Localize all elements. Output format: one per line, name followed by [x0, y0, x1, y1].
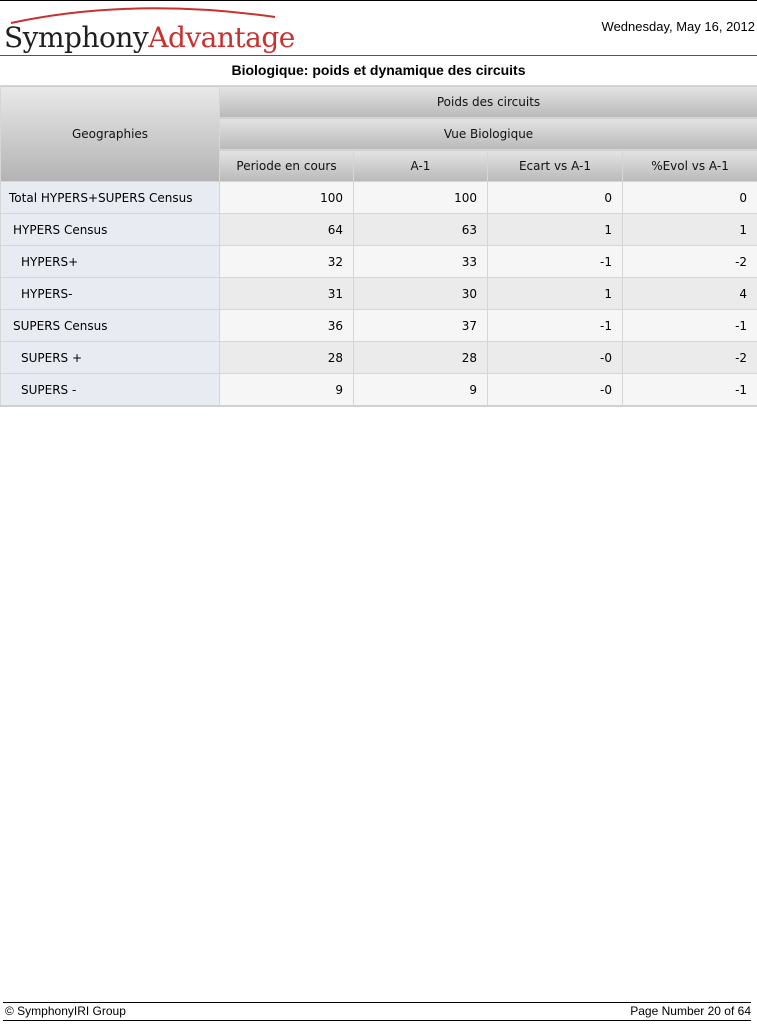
header-divider	[0, 55, 757, 56]
report-date: Wednesday, May 16, 2012	[601, 19, 755, 34]
table-row: HYPERS- 31 30 1 4	[0, 277, 757, 310]
cell-periode: 100	[219, 181, 354, 214]
cell-ecart: -1	[487, 245, 623, 278]
cell-ecart: -0	[487, 373, 623, 407]
geographies-header: Geographies	[0, 85, 220, 182]
cell-a1: 37	[353, 309, 488, 342]
row-label: Total HYPERS+SUPERS Census	[0, 181, 220, 214]
cell-periode: 9	[219, 373, 354, 407]
group-header: Poids des circuits	[218, 85, 757, 118]
table-row: SUPERS Census 36 37 -1 -1	[0, 309, 757, 342]
cell-evol: 0	[621, 181, 757, 214]
cell-ecart: -0	[487, 341, 623, 374]
row-label: HYPERS Census	[0, 213, 220, 246]
logo-wordmark: SymphonyAdvantage	[4, 21, 295, 54]
row-label: SUPERS -	[0, 373, 220, 407]
cell-ecart: 1	[487, 213, 623, 246]
cell-ecart: -1	[487, 309, 623, 342]
row-label: SUPERS +	[0, 341, 220, 374]
cell-ecart: 1	[487, 277, 623, 310]
cell-periode: 31	[219, 277, 354, 310]
cell-evol: -1	[621, 373, 757, 407]
cell-evol: -2	[621, 341, 757, 374]
cell-a1: 63	[353, 213, 488, 246]
cell-evol: -2	[621, 245, 757, 278]
column-header: Periode en cours	[219, 149, 354, 182]
table-row: HYPERS+ 32 33 -1 -2	[0, 245, 757, 278]
cell-a1: 33	[353, 245, 488, 278]
cell-ecart: 0	[487, 181, 623, 214]
row-label: HYPERS-	[0, 277, 220, 310]
cell-periode: 36	[219, 309, 354, 342]
table-row: HYPERS Census 64 63 1 1	[0, 213, 757, 246]
cell-periode: 64	[219, 213, 354, 246]
table-row: SUPERS + 28 28 -0 -2	[0, 341, 757, 374]
footer-divider	[3, 1002, 751, 1003]
table-row: SUPERS - 9 9 -0 -1	[0, 373, 757, 407]
column-header: Ecart vs A-1	[487, 149, 623, 182]
cell-evol: 1	[621, 213, 757, 246]
page-top-border	[0, 0, 757, 1]
cell-periode: 28	[219, 341, 354, 374]
row-label: HYPERS+	[0, 245, 220, 278]
cell-periode: 32	[219, 245, 354, 278]
footer-bottom-divider	[3, 1020, 751, 1021]
report-title: Biologique: poids et dynamique des circu…	[231, 62, 526, 78]
column-header: %Evol vs A-1	[621, 149, 757, 182]
logo-symphony-text: Symphony	[4, 21, 149, 54]
cell-a1: 28	[353, 341, 488, 374]
cell-evol: 4	[621, 277, 757, 310]
footer-page-number: Page Number 20 of 64	[630, 1004, 751, 1018]
symphony-advantage-logo: SymphonyAdvantage	[3, 3, 295, 55]
sub-header: Vue Biologique	[218, 117, 757, 150]
table-row: Total HYPERS+SUPERS Census 100 100 0 0	[0, 181, 757, 214]
cell-evol: -1	[621, 309, 757, 342]
footer-copyright: © SymphonyIRI Group	[5, 1004, 126, 1018]
logo-advantage-text: Advantage	[148, 21, 295, 54]
row-label: SUPERS Census	[0, 309, 220, 342]
cell-a1: 9	[353, 373, 488, 407]
data-table: Geographies Poids des circuits Vue Biolo…	[0, 85, 757, 407]
cell-a1: 30	[353, 277, 488, 310]
column-header: A-1	[353, 149, 488, 182]
cell-a1: 100	[353, 181, 488, 214]
